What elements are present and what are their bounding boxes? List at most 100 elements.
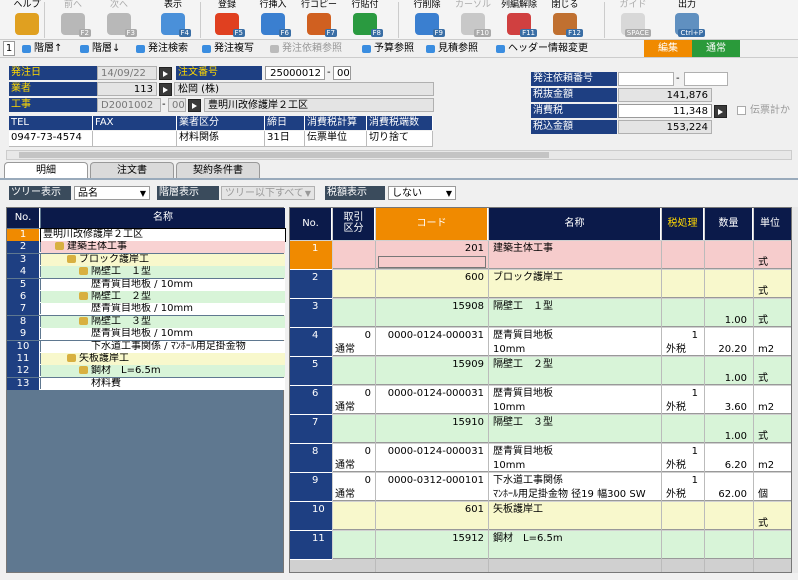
grid-cell-tax[interactable]	[664, 430, 704, 443]
grid-cell-name[interactable]: 隔壁工 ３型	[491, 416, 661, 429]
grid-cell-kind[interactable]	[333, 517, 375, 530]
grid-cell-name[interactable]: 鋼材 L=6.5m	[491, 532, 661, 545]
grid-cell-unit[interactable]: 式	[756, 314, 791, 327]
grid-cell-kind[interactable]: 通常	[333, 401, 375, 414]
grid-cell-name-sub[interactable]	[491, 256, 661, 269]
grid-cell-kind-code[interactable]: 0	[333, 329, 373, 342]
grid-cell-tax-code[interactable]	[662, 358, 700, 371]
grid-cell-kind-code[interactable]: 0	[333, 387, 373, 400]
grid-row[interactable]: 11 15912 鋼材 L=6.5m	[290, 531, 791, 560]
grid-cell-name-sub[interactable]	[491, 517, 661, 530]
grid-cell-unit[interactable]: m2	[756, 401, 791, 414]
order-date-field[interactable]: 14/09/22	[97, 66, 157, 80]
grid-cell-code[interactable]: 15910	[376, 416, 486, 429]
mode-normal-button[interactable]: 通常	[692, 40, 740, 57]
grid-cell-name-sub[interactable]	[491, 430, 661, 443]
grid-row[interactable]: 2 600 ブロック護岸工式	[290, 270, 791, 299]
grid-cell-kind[interactable]	[333, 285, 375, 298]
grid-cell-tax[interactable]: 外税	[664, 401, 704, 414]
tree-node-icon[interactable]	[79, 292, 88, 300]
tree-row[interactable]: 12 鋼材 L=6.5m	[7, 365, 285, 378]
project-code-field[interactable]: D2001002	[97, 98, 161, 112]
tree-view-select[interactable]: 品名 ▼	[74, 186, 150, 200]
grid-cell-tax[interactable]	[664, 285, 704, 298]
grid-cell-qty[interactable]	[705, 285, 749, 298]
grid-row[interactable]: 1 201 建築主体工事式	[290, 241, 791, 270]
grid-cell-kind[interactable]	[333, 546, 375, 559]
project-sub-field[interactable]: 00	[168, 98, 186, 112]
grid-cell-tax-code[interactable]: 1	[662, 474, 700, 487]
grid-cell-name-sub[interactable]: 10mm	[491, 459, 661, 472]
tree-node-icon[interactable]	[79, 267, 88, 276]
grid-cell-name-sub[interactable]: 10mm	[491, 401, 661, 414]
vendor-code-field[interactable]: 113	[97, 82, 157, 96]
grid-cell-unit[interactable]: 式	[756, 430, 791, 443]
tax-amount-field[interactable]: 11,348	[618, 104, 712, 118]
grid-scrollbar[interactable]	[792, 207, 798, 573]
grid-cell-code[interactable]: 0000-0124-000031	[376, 329, 486, 342]
tree-row[interactable]: 10 下水道工事関係 / ﾏﾝﾎｰﾙ用足掛金物	[7, 340, 285, 353]
tree-row[interactable]: 2 建築主体工事	[7, 241, 285, 254]
grid-cell-name[interactable]: ブロック護岸工	[491, 271, 661, 284]
tree-node-icon[interactable]	[67, 354, 76, 362]
toolbar-button-7[interactable]: 行貼付 F8	[342, 0, 388, 40]
grid-cell-name-sub[interactable]	[491, 372, 661, 385]
grid-cell-name-sub[interactable]: ﾏﾝﾎｰﾙ用足掛金物 径19 幅300 SW	[491, 488, 661, 501]
grid-cell-kind[interactable]: 通常	[333, 488, 375, 501]
tab-2[interactable]: 契約条件書	[176, 162, 260, 178]
grid-cell-name[interactable]: 下水道工事関係	[491, 474, 661, 487]
grid-cell-kind-code[interactable]	[333, 532, 373, 545]
grid-cell-kind[interactable]	[333, 372, 375, 385]
grid-cell-tax[interactable]	[664, 314, 704, 327]
grid-cell-tax[interactable]: 外税	[664, 488, 704, 501]
grid-cell-tax[interactable]	[664, 372, 704, 385]
grid-cell-kind-code[interactable]	[333, 242, 373, 255]
grid-cell-tax-code[interactable]	[662, 416, 700, 429]
grid-cell-code[interactable]: 201	[376, 242, 486, 255]
grid-cell-tax[interactable]	[664, 256, 704, 269]
header-scrollbar[interactable]	[6, 150, 792, 160]
toolbar-button-9[interactable]: カーソル F10	[450, 0, 496, 40]
grid-cell-code[interactable]: 0000-0124-000031	[376, 445, 486, 458]
grid-cell-code[interactable]: 601	[376, 503, 486, 516]
grid-cell-qty[interactable]	[705, 546, 749, 559]
toolbar-button-13[interactable]: 出力 Ctrl+P	[664, 0, 710, 40]
tree-row[interactable]: 1 豊明川改修護岸２工区	[7, 228, 286, 242]
grid-row[interactable]: 10 601 矢板護岸工式	[290, 502, 791, 531]
tax-detail-button[interactable]	[714, 105, 727, 118]
toolbar-button-12[interactable]: ガイド SPACE	[610, 0, 656, 40]
grid-cell-name-sub[interactable]	[491, 285, 661, 298]
grid-cell-code[interactable]: 15912	[376, 532, 486, 545]
secondary-button-3[interactable]: 発注複写	[200, 41, 254, 57]
grid-row[interactable]: 5 15909 隔壁工 ２型 1.00 式	[290, 357, 791, 386]
grid-cell-tax-code[interactable]	[662, 532, 700, 545]
grid-cell-tax-code[interactable]: 1	[662, 445, 700, 458]
toolbar-button-5[interactable]: 行挿入 F6	[250, 0, 296, 40]
grid-cell-qty[interactable]: 20.20	[705, 343, 749, 356]
grid-cell-kind-code[interactable]	[333, 358, 373, 371]
grid-cell-unit[interactable]: 式	[756, 256, 791, 269]
grid-cell-qty[interactable]: 6.20	[705, 459, 749, 472]
secondary-button-5[interactable]: 予算参照	[360, 41, 414, 57]
grid-cell-name[interactable]: 歴青質目地板	[491, 387, 661, 400]
request-no-sub-field[interactable]	[684, 72, 728, 86]
toolbar-button-2[interactable]: 次へ F3	[96, 0, 142, 40]
tree-row[interactable]: 8 隔壁工 ３型	[7, 315, 285, 328]
order-no-field[interactable]: 25000012	[265, 66, 325, 80]
grid-cell-qty[interactable]: 1.00	[705, 372, 749, 385]
grid-cell-kind[interactable]	[333, 314, 375, 327]
slip-calc-checkbox[interactable]	[737, 106, 746, 115]
grid-cell-tax[interactable]: 外税	[664, 459, 704, 472]
tree-row[interactable]: 9 歴青質目地板 / 10mm	[7, 328, 285, 341]
grid-cell-tax-code[interactable]	[662, 300, 700, 313]
grid-cell-kind-code[interactable]	[333, 503, 373, 516]
grid-cell-qty[interactable]	[705, 256, 749, 269]
grid-cell-name[interactable]: 歴青質目地板	[491, 329, 661, 342]
tree-row[interactable]: 5 歴青質目地板 / 10mm	[7, 278, 285, 291]
grid-cell-kind[interactable]: 通常	[333, 343, 375, 356]
grid-cell-tax-code[interactable]	[662, 503, 700, 516]
toolbar-button-1[interactable]: 前へ F2	[50, 0, 96, 40]
level-view-select[interactable]: ツリー以下すべて ▼	[221, 186, 315, 200]
tab-1[interactable]: 注文書	[90, 162, 174, 178]
code-edit-box[interactable]	[378, 256, 486, 268]
